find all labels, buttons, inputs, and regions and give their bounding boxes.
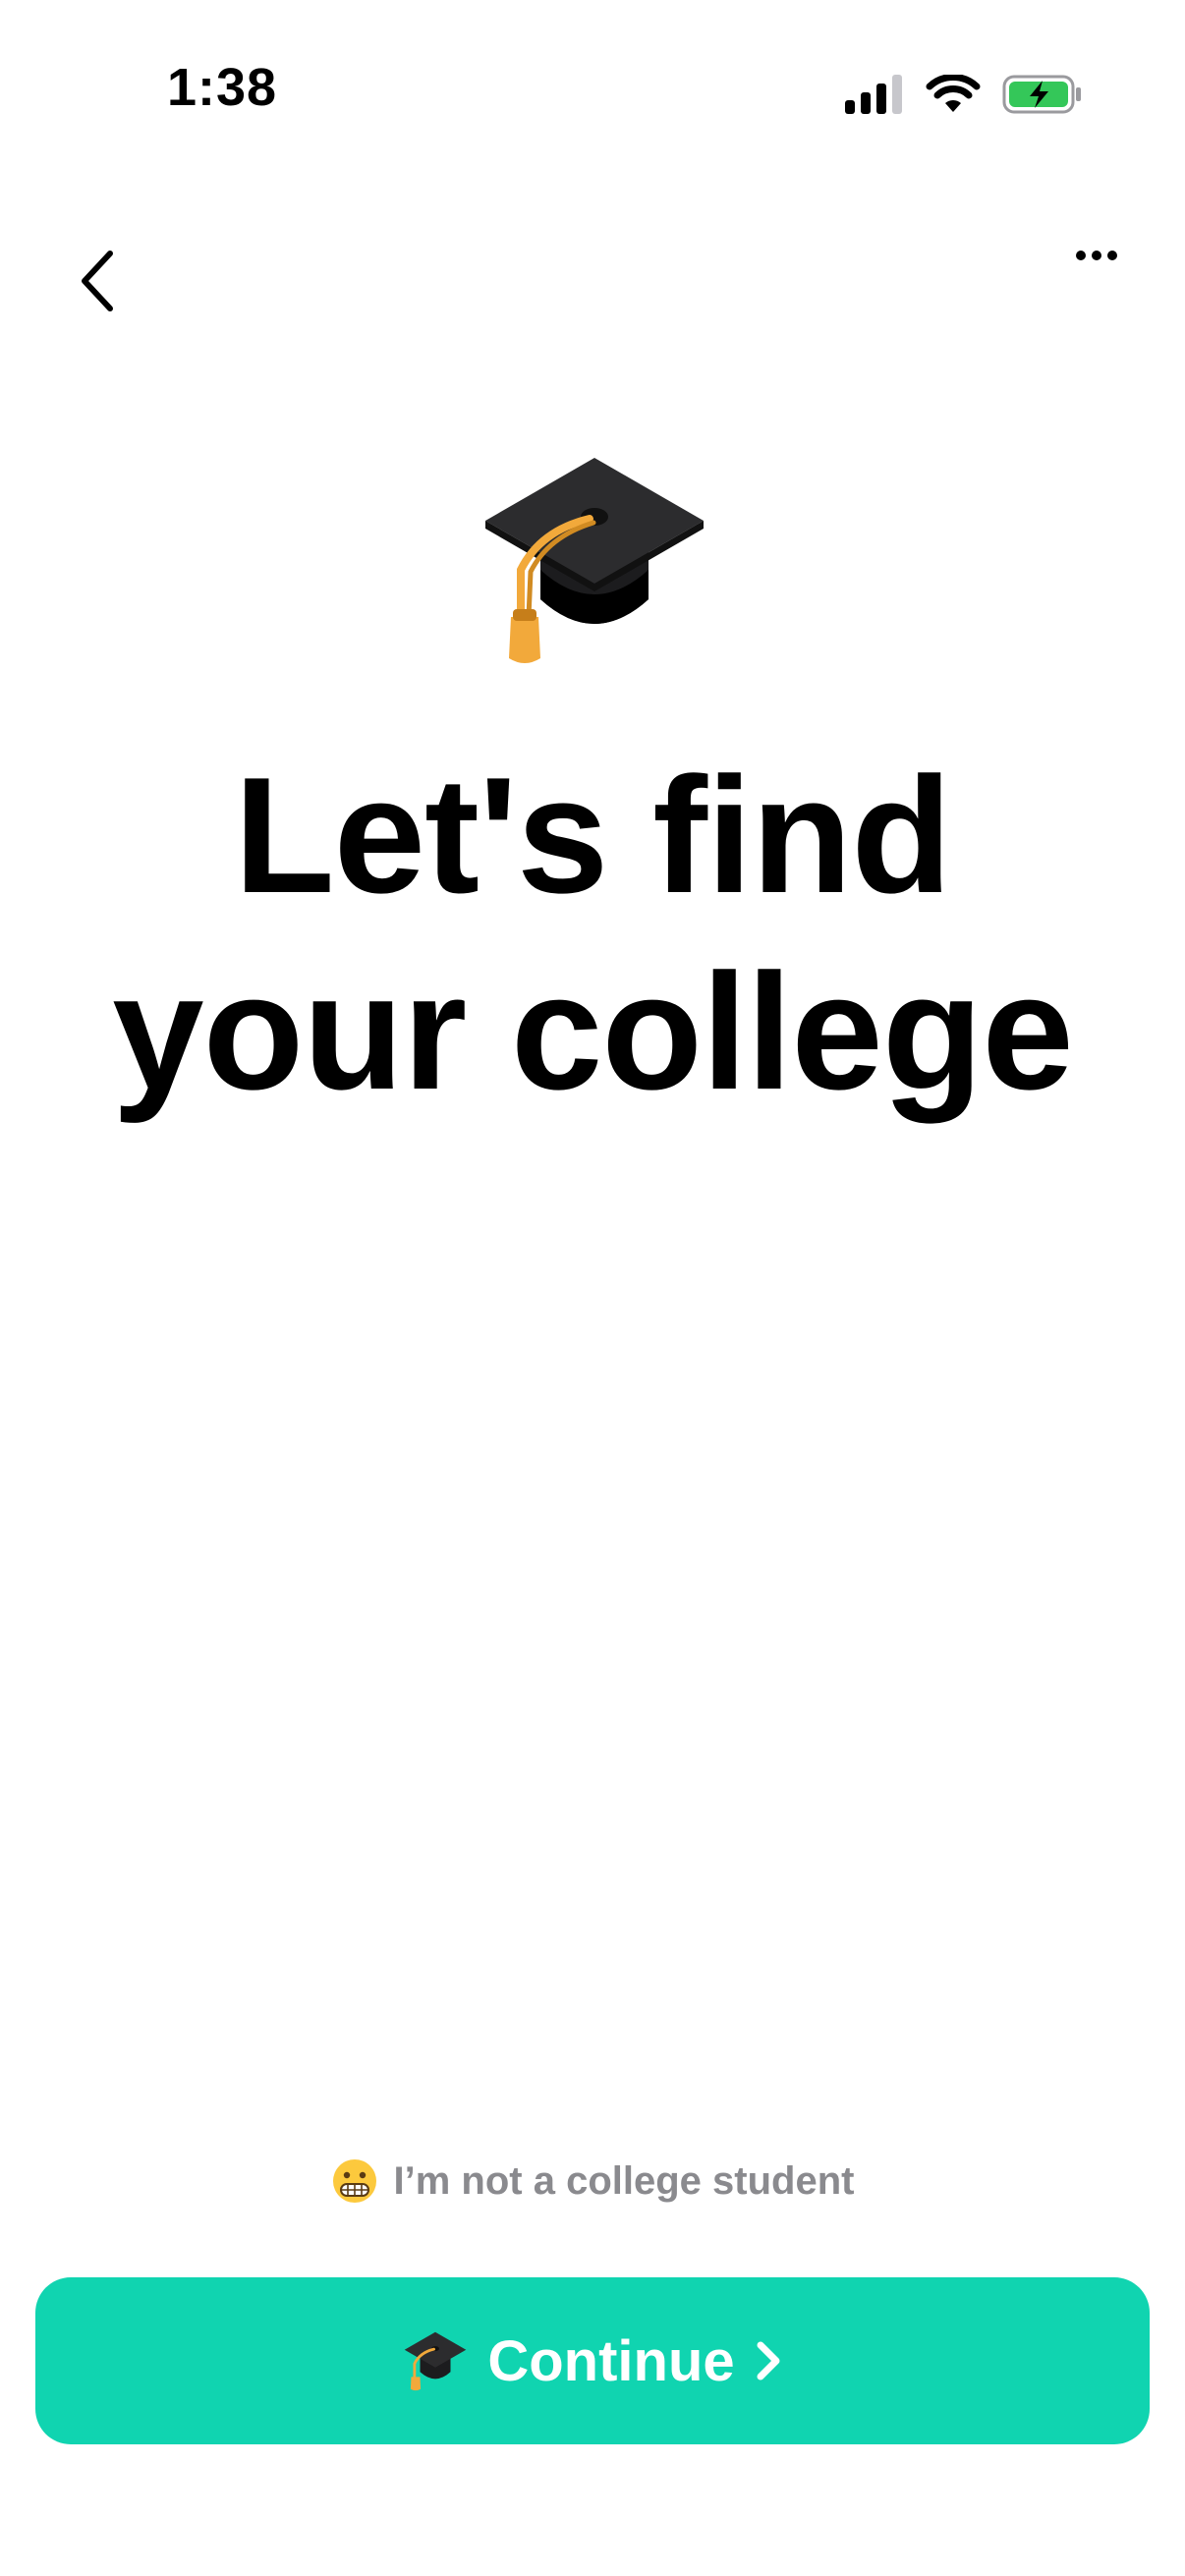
status-time: 1:38	[167, 58, 278, 117]
grimacing-face-icon	[332, 2159, 376, 2203]
status-bar: 1:38	[0, 0, 1185, 138]
page-title: Let's find your college	[0, 737, 1185, 1130]
not-college-student-label: I’m not a college student	[393, 2158, 855, 2203]
continue-label: Continue	[487, 2328, 735, 2393]
more-options-button[interactable]	[1057, 216, 1136, 295]
chevron-left-icon	[82, 251, 113, 311]
nav-bar	[0, 216, 1185, 334]
back-button[interactable]	[59, 232, 138, 330]
cellular-signal-icon	[845, 75, 902, 114]
graduation-cap-icon	[405, 2331, 467, 2391]
page-title-line-2: your college	[112, 939, 1074, 1124]
not-college-student-link[interactable]: I’m not a college student	[0, 2157, 1185, 2205]
chevron-right-icon	[757, 2341, 780, 2380]
graduation-cap-icon	[485, 458, 704, 663]
status-icons	[845, 75, 1083, 114]
page-title-line-1: Let's find	[234, 743, 952, 927]
continue-button[interactable]: Continue	[35, 2277, 1150, 2444]
wifi-icon	[926, 75, 981, 112]
ellipsis-icon	[1076, 251, 1117, 260]
hero-graduation-cap	[481, 452, 707, 668]
battery-charging-icon	[1002, 75, 1081, 114]
